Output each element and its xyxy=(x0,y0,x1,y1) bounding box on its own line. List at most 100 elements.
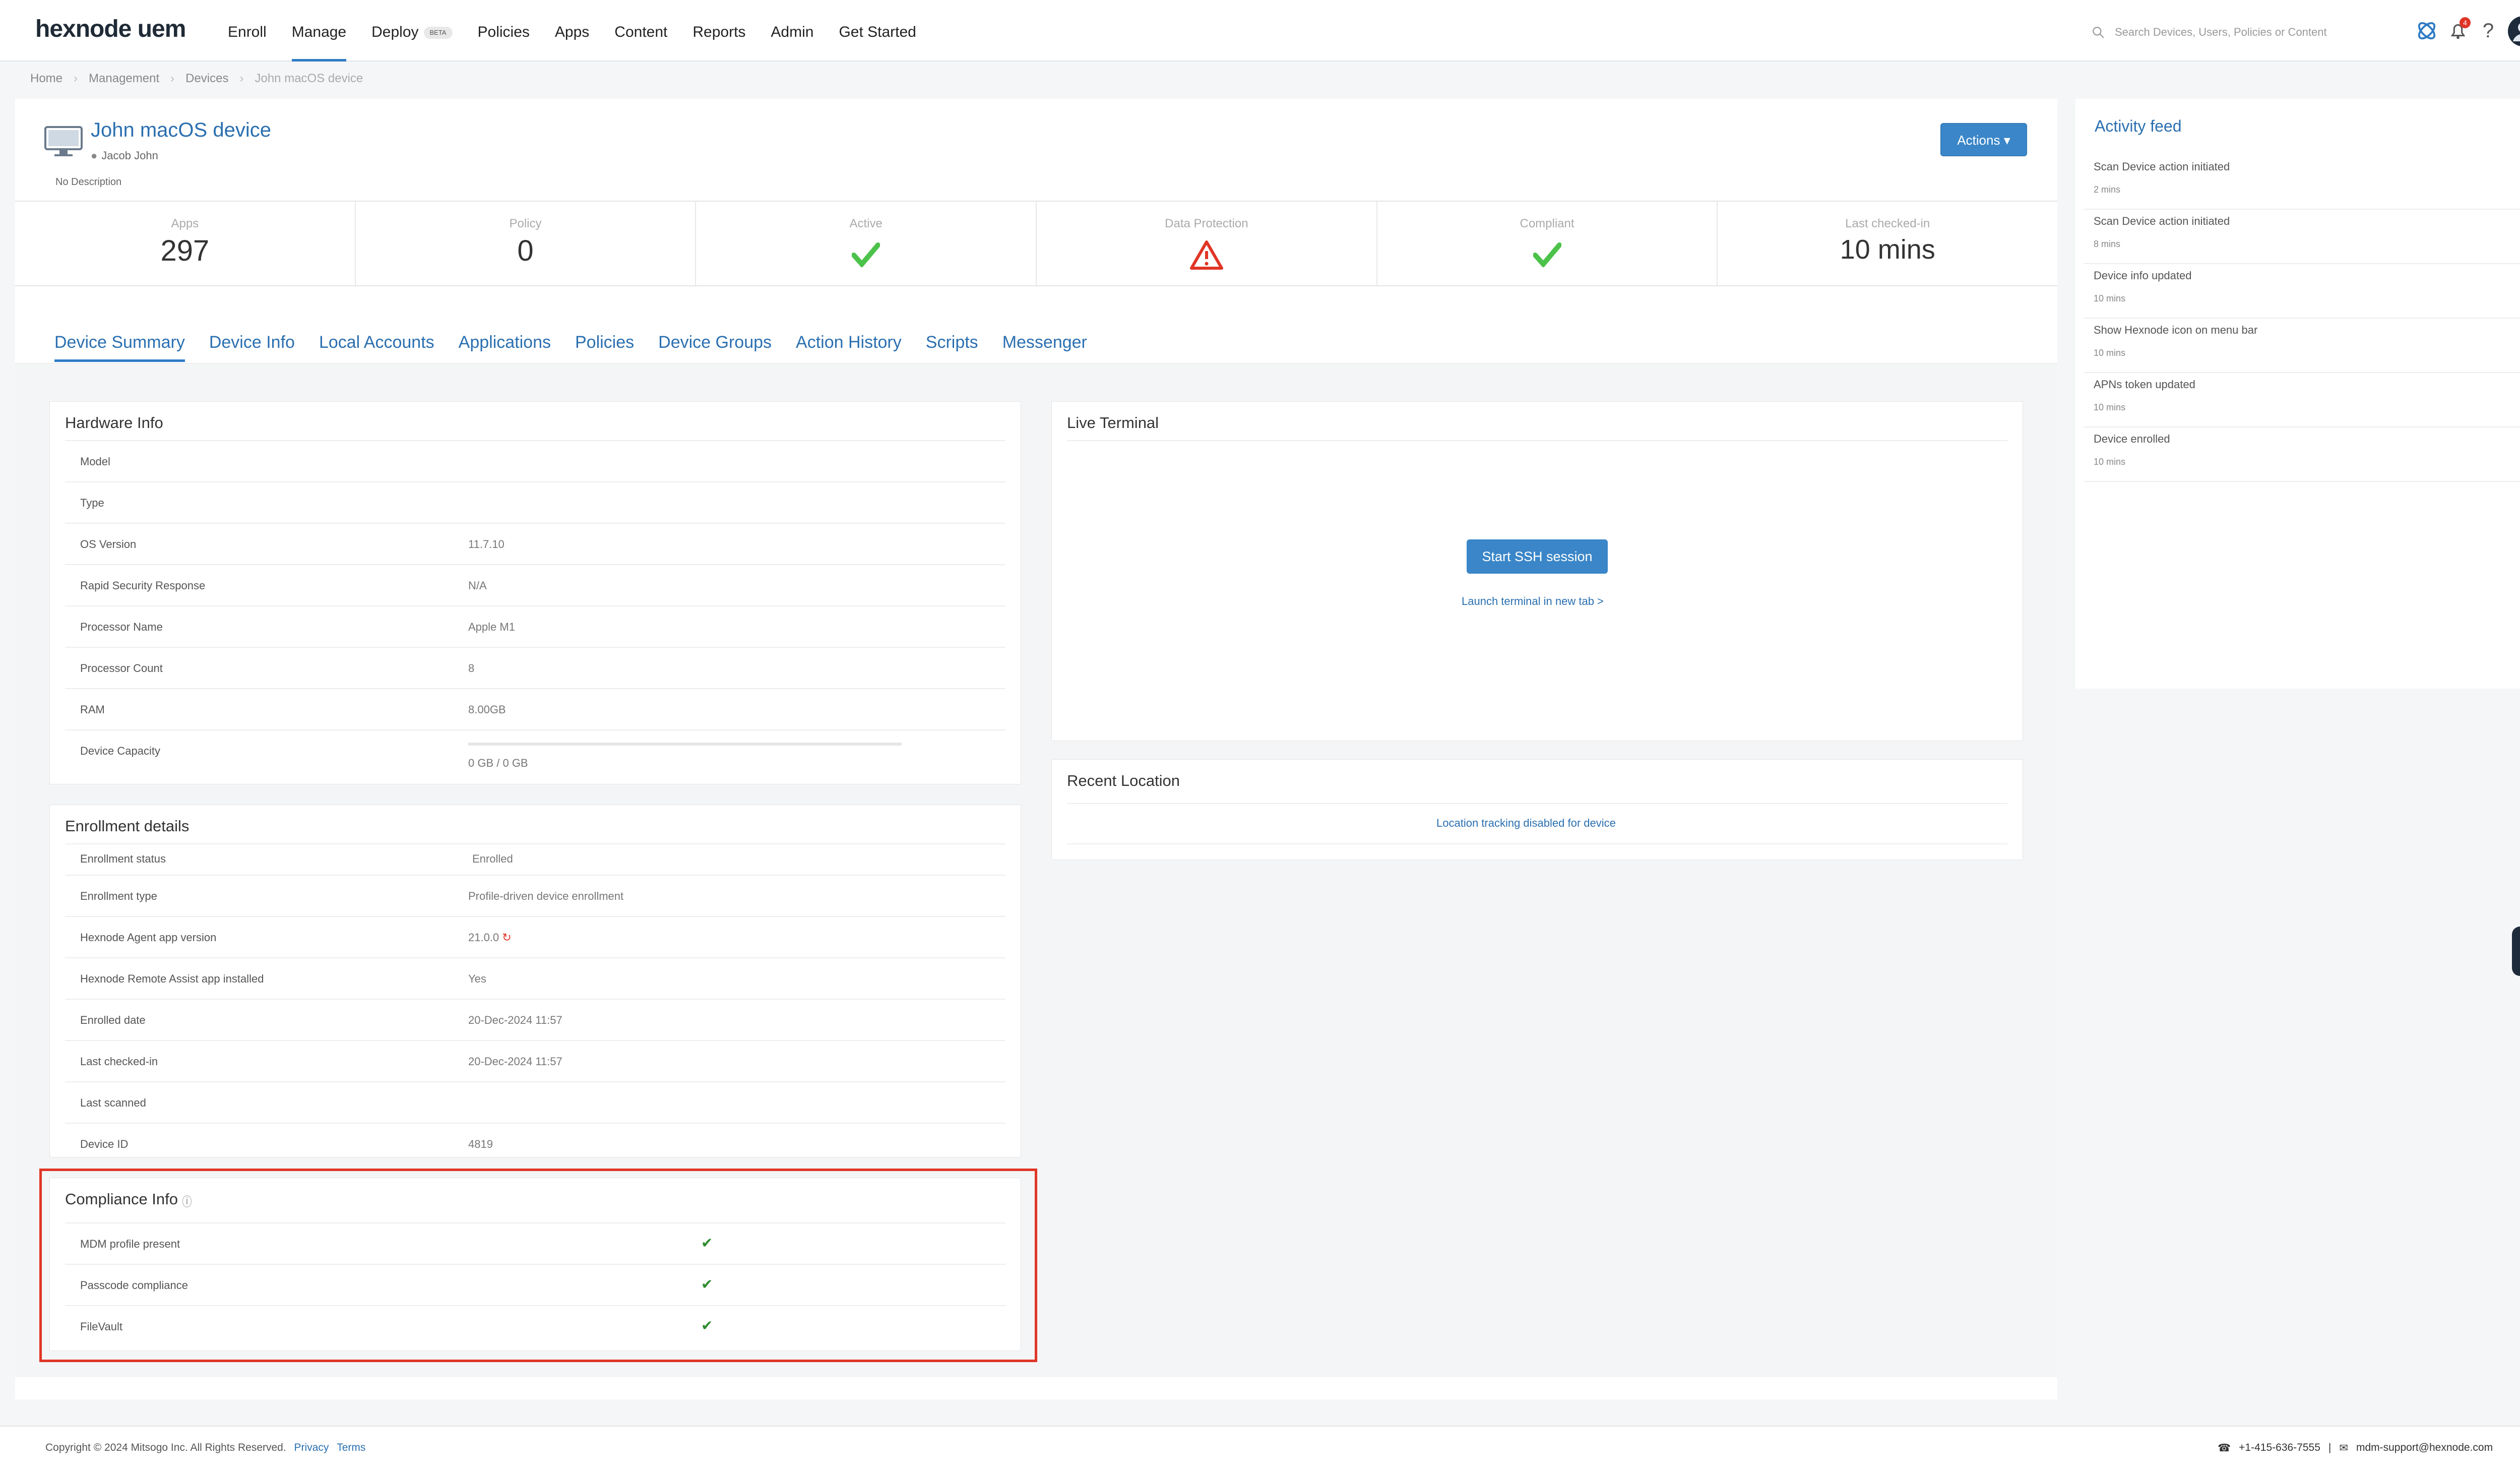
activity-time: 10 mins xyxy=(2094,348,2126,358)
separator: | xyxy=(2328,1442,2332,1453)
table-row: Last scanned xyxy=(65,1082,1005,1124)
tab-applications[interactable]: Applications xyxy=(459,333,551,362)
table-row: Processor Count 8 xyxy=(65,648,1005,689)
row-value: 20-Dec-2024 11:57 xyxy=(468,1055,562,1068)
location-status-text: Location tracking disabled for device xyxy=(1436,817,1616,829)
copyright-text: Copyright © 2024 Mitsogo Inc. All Rights… xyxy=(45,1442,286,1453)
activity-feed-panel: Activity feed Scan Device action initiat… xyxy=(2075,99,2520,689)
table-row: Enrollment type Profile-driven device enr… xyxy=(65,876,1005,917)
breadcrumb-devices[interactable]: Devices xyxy=(185,72,228,86)
tab-device-info[interactable]: Device Info xyxy=(209,333,295,362)
nav-get-started[interactable]: Get Started xyxy=(839,0,916,62)
list-item: Scan Device action initiated 8 mins xyxy=(2084,210,2520,264)
main-nav: Enroll Manage Deploy BETA Policies Apps Conten… xyxy=(228,0,941,62)
launch-terminal-link[interactable]: Launch terminal in new tab > xyxy=(1462,595,1604,608)
hexnode-support-icon[interactable] xyxy=(2415,19,2438,42)
breadcrumb-home[interactable]: Home xyxy=(30,72,62,86)
stat-label: Last checked-in xyxy=(1845,217,1930,230)
tab-scripts[interactable]: Scripts xyxy=(926,333,978,362)
device-name: John macOS device xyxy=(91,119,271,141)
nav-enroll[interactable]: Enroll xyxy=(228,0,267,62)
panel-divider xyxy=(1067,440,2007,441)
table-row: RAM 8.00GB xyxy=(65,689,1005,730)
device-owner-name[interactable]: Jacob John xyxy=(101,149,158,162)
user-avatar[interactable] xyxy=(2508,16,2520,46)
row-value: Enrolled xyxy=(472,852,513,865)
list-item: Scan Device action initiated 2 mins xyxy=(2084,155,2520,210)
stat-value: 297 xyxy=(160,234,210,267)
row-value: 11.7.10 xyxy=(468,538,505,550)
row-key: Enrollment type xyxy=(80,890,157,902)
tab-device-summary[interactable]: Device Summary xyxy=(54,333,185,362)
device-owner[interactable]: ● Jacob John xyxy=(91,149,158,162)
list-item: APNs token updated 10 mins xyxy=(2084,373,2520,427)
actions-dropdown-button[interactable]: Actions ▾ xyxy=(1940,123,2027,156)
row-key: Last checked-in xyxy=(80,1055,158,1068)
stat-value: 10 mins xyxy=(1840,234,1935,265)
row-key: Last scanned xyxy=(80,1096,146,1109)
terms-link[interactable]: Terms xyxy=(337,1442,365,1453)
phone-icon: ☎ xyxy=(2218,1442,2231,1454)
row-key: OS Version xyxy=(80,538,137,550)
privacy-link[interactable]: Privacy xyxy=(294,1442,329,1453)
refresh-icon[interactable]: ↻ xyxy=(502,931,511,944)
hardware-info-panel: Hardware Info Model Type OS Version 11.7.… xyxy=(49,401,1021,784)
nav-content[interactable]: Content xyxy=(614,0,667,62)
nav-deploy[interactable]: Deploy BETA xyxy=(371,0,453,62)
activity-text: Scan Device action initiated xyxy=(2094,160,2230,173)
nav-apps[interactable]: Apps xyxy=(555,0,589,62)
hexnode-chat-icon xyxy=(2512,927,2520,976)
tab-device-groups[interactable]: Device Groups xyxy=(658,333,772,362)
breadcrumb-current: John macOS device xyxy=(255,72,363,85)
stat-policy[interactable]: Policy 0 xyxy=(354,202,696,285)
caret-down-icon: ▾ xyxy=(2003,133,2010,148)
support-phone[interactable]: +1-415-636-7555 xyxy=(2239,1442,2320,1454)
tab-action-history[interactable]: Action History xyxy=(796,333,902,362)
table-row: Enrollment status Enrolled xyxy=(65,844,1005,876)
help-icon[interactable]: ? xyxy=(2477,19,2500,42)
stat-apps[interactable]: Apps 297 xyxy=(15,202,355,285)
search-input[interactable]: Search Devices, Users, Policies or Conte… xyxy=(2115,26,2327,39)
table-row: Type xyxy=(65,482,1005,524)
agent-version: 21.0.0 xyxy=(468,931,499,944)
nav-reports[interactable]: Reports xyxy=(692,0,745,62)
activity-time: 10 mins xyxy=(2094,293,2126,303)
row-value: 20-Dec-2024 11:57 xyxy=(468,1014,562,1026)
stat-data-protection: Data Protection xyxy=(1036,202,1376,285)
notification-bell-icon[interactable]: 4 xyxy=(2446,17,2471,42)
footer-copyright: Copyright © 2024 Mitsogo Inc. All Rights… xyxy=(45,1442,365,1454)
device-description: No Description xyxy=(55,176,122,188)
support-email[interactable]: mdm-support@hexnode.com xyxy=(2356,1442,2493,1454)
table-row: Hexnode Agent app version 21.0.0 ↻ xyxy=(65,917,1005,958)
tab-local-accounts[interactable]: Local Accounts xyxy=(319,333,434,362)
activity-text: Device info updated xyxy=(2094,269,2192,282)
tab-messenger[interactable]: Messenger xyxy=(1002,333,1087,362)
breadcrumb-management[interactable]: Management xyxy=(89,72,159,86)
hexnode-chat-button[interactable] xyxy=(2512,927,2520,976)
check-icon xyxy=(851,242,881,268)
table-row: Hexnode Remote Assist app installed Yes xyxy=(65,958,1005,1000)
live-terminal-title: Live Terminal xyxy=(1067,414,1159,432)
nav-manage[interactable]: Manage xyxy=(291,0,347,62)
breadcrumb: Home › Management › Devices › John macOS… xyxy=(30,72,363,86)
check-icon xyxy=(1532,242,1562,268)
nav-label: Get Started xyxy=(839,24,916,40)
device-stats-bar: Apps 297 Policy 0 Active Data Protection C… xyxy=(15,201,2057,286)
row-key: Processor Count xyxy=(80,662,163,675)
activity-feed-title: Activity feed xyxy=(2095,117,2182,135)
hexnode-logo[interactable]: hexnode uem xyxy=(35,15,186,43)
row-key: Rapid Security Response xyxy=(80,579,206,592)
row-key: Device Capacity xyxy=(80,745,160,757)
list-item: Device info updated 10 mins xyxy=(2084,264,2520,319)
table-row: Device Capacity 0 GB / 0 GB xyxy=(65,730,1005,781)
activity-text: APNs token updated xyxy=(2094,378,2195,391)
nav-policies[interactable]: Policies xyxy=(478,0,530,62)
nav-admin[interactable]: Admin xyxy=(771,0,813,62)
recent-location-title: Recent Location xyxy=(1067,772,1180,789)
tab-policies[interactable]: Policies xyxy=(575,333,634,362)
device-capacity-bar xyxy=(468,743,902,746)
start-ssh-session-button[interactable]: Start SSH session xyxy=(1467,539,1608,574)
stat-last-checked-in: Last checked-in 10 mins xyxy=(1717,202,2057,285)
row-key: Type xyxy=(80,497,104,509)
global-search[interactable]: Search Devices, Users, Policies or Conte… xyxy=(2092,22,2354,42)
